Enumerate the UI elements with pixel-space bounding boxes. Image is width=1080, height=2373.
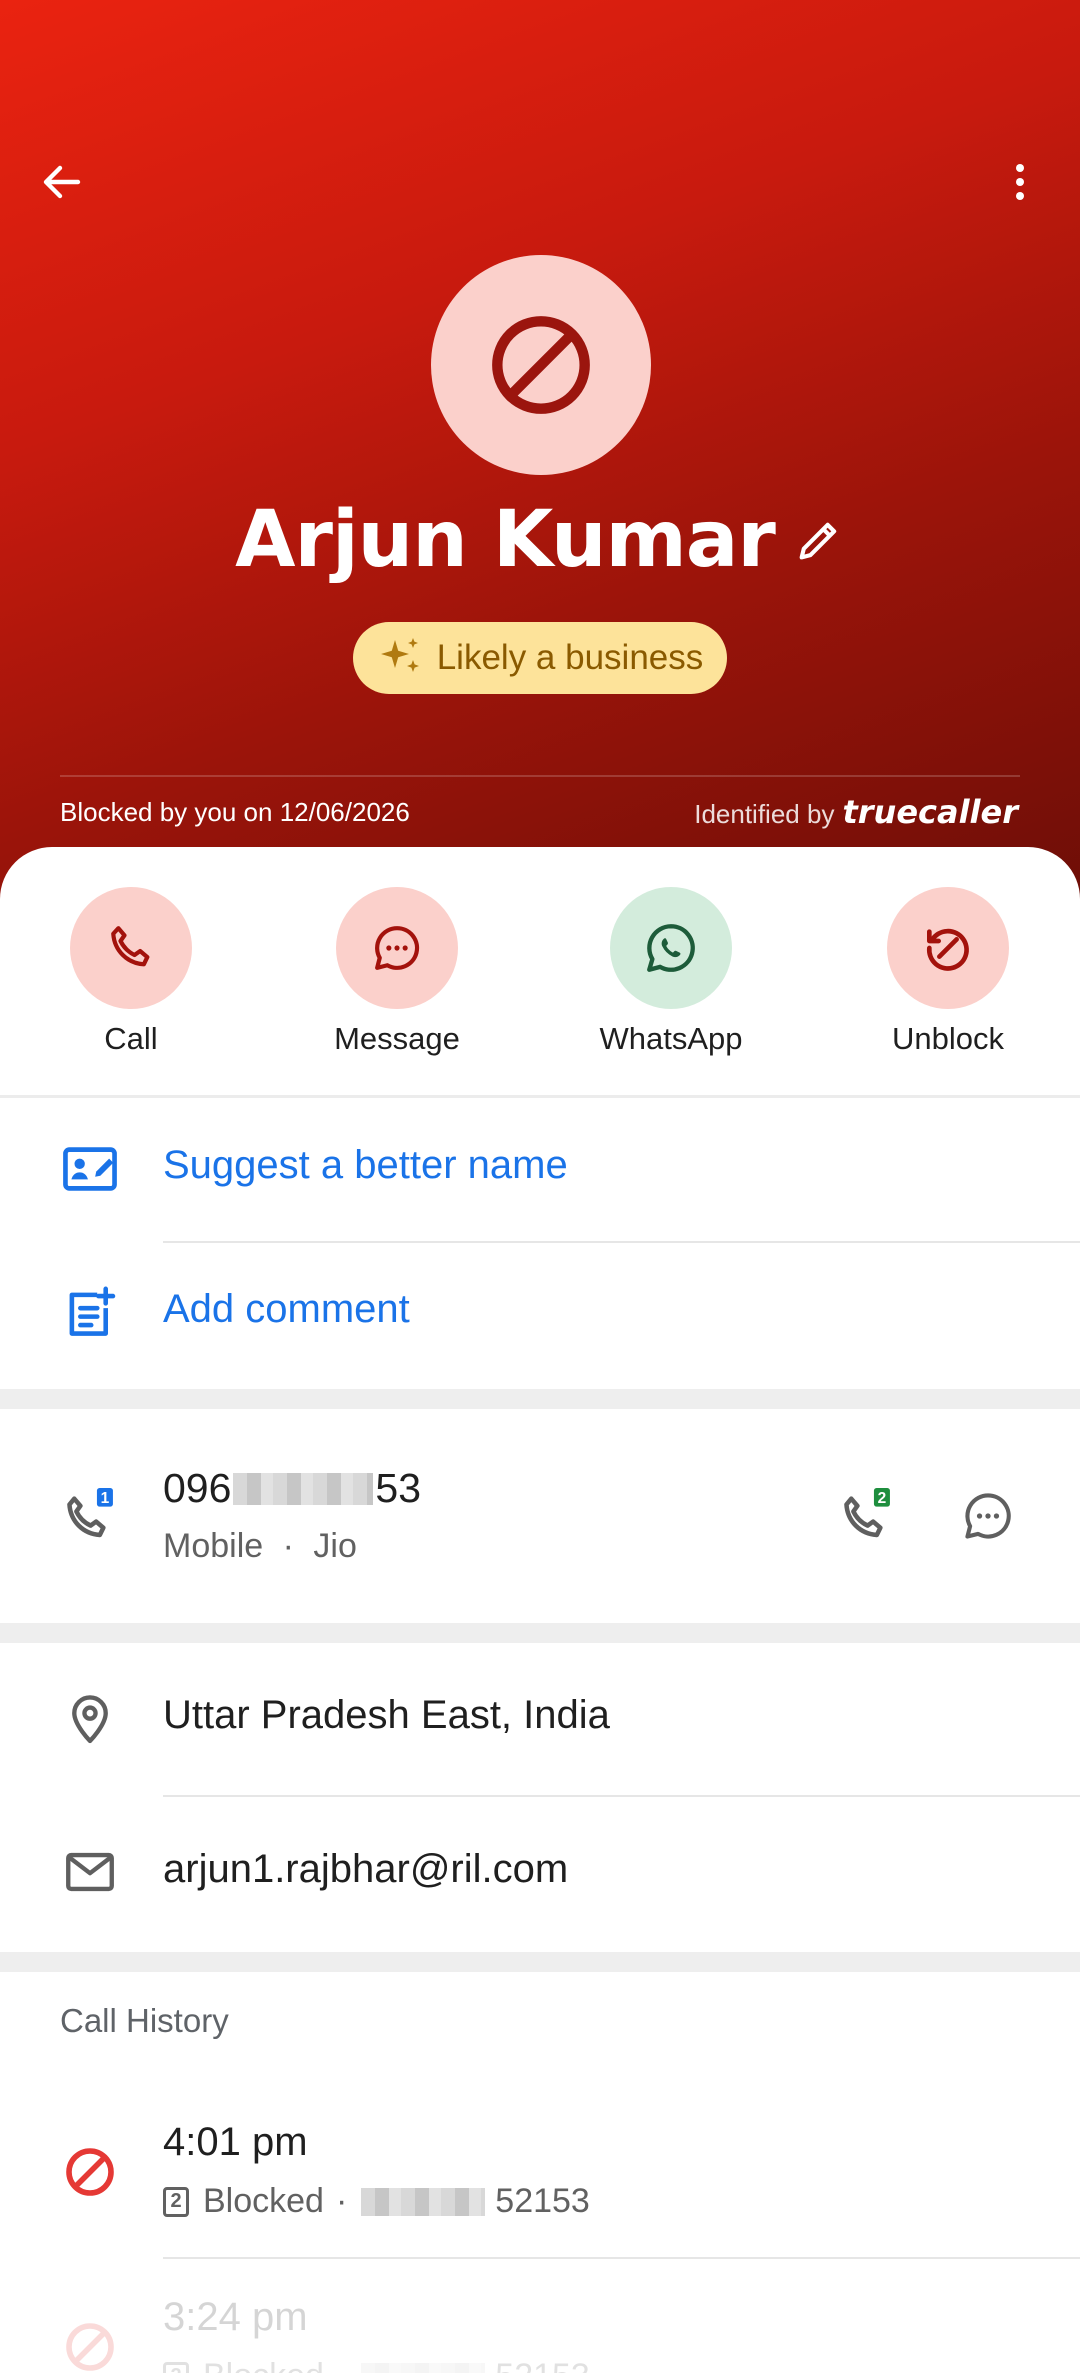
add-comment-icon-wrap [55,1278,125,1348]
phone-type-carrier: Mobile · Jio [163,1527,357,1566]
unblock-action-circle [887,887,1009,1009]
suggest-name-label: Suggest a better name [163,1143,568,1187]
unblock-action-button[interactable]: Unblock [848,887,1048,1057]
divider [0,1095,1080,1098]
mail-icon [66,1852,114,1892]
suggest-name-row[interactable]: Suggest a better name [0,1099,1080,1239]
divider [163,2257,1080,2259]
email-text: arjun1.rajbhar@ril.com [163,1847,569,1891]
redacted-digits [361,2187,486,2216]
email-row[interactable]: arjun1.rajbhar@ril.com [0,1797,1080,1947]
section-gap [0,1623,1080,1643]
call-details: 2 Blocked · 52153 [163,2357,590,2373]
call-action-button[interactable]: Call [31,887,231,1057]
phone-carrier: Jio [313,1527,357,1565]
call-status: Blocked [203,2182,324,2220]
phone-number-suffix: 53 [375,1465,422,1511]
blocked-call-icon [66,2148,114,2196]
call-history-title: Call History [60,2002,229,2039]
whatsapp-icon [647,924,695,972]
phone-type: Mobile [163,1527,264,1565]
section-gap [0,1389,1080,1409]
avatar [431,255,651,475]
location-text: Uttar Pradesh East, India [163,1693,610,1737]
call-number-suffix: 52153 [495,2357,590,2373]
whatsapp-action-circle [610,887,732,1009]
chat-bubble-icon [375,926,420,970]
redacted-digits [233,1472,374,1505]
sim2-badge: 2 [163,2361,189,2373]
unblock-action-label: Unblock [892,1021,1004,1056]
call-status-icon-wrap [55,2137,125,2207]
more-vertical-icon [1016,164,1024,200]
blocked-date-text: Blocked by you on 12/06/2026 [60,797,410,827]
location-row[interactable]: Uttar Pradesh East, India [0,1643,1080,1793]
add-note-icon [69,1286,116,1336]
quick-actions: Call Message WhatsApp Unblock [0,887,1080,1057]
sim-badge-text: 1 [101,1490,110,1507]
call-time: 3:24 pm [163,2295,308,2339]
blocked-call-icon [66,2323,114,2371]
identified-by: Identified by truecaller [694,793,1018,831]
call-details: 2 Blocked · 52153 [163,2182,590,2221]
edit-contact-icon [63,1147,117,1191]
phone-sim1-icon: 1 [67,1488,113,1538]
call-number-suffix: 52153 [495,2182,590,2220]
unblock-icon [926,928,969,971]
header-divider [60,775,1020,777]
whatsapp-action-button[interactable]: WhatsApp [571,887,771,1057]
arrow-left-icon [43,165,81,199]
message-action-button[interactable]: Message [297,887,497,1057]
likely-business-badge: Likely a business [353,622,727,694]
phone-icon [111,926,150,967]
pencil-icon [799,522,837,560]
sim-badge-text: 2 [878,1490,887,1507]
contact-name-row: Arjun Kumar [0,495,1080,585]
truecaller-logo: truecaller [842,793,1018,831]
message-action-label: Message [334,1021,460,1056]
chat-bubble-icon [965,1493,1011,1539]
call-time: 4:01 pm [163,2120,308,2164]
phone-number[interactable]: 096 53 [163,1465,421,1512]
call-action-label: Call [104,1021,158,1056]
email-icon-wrap [55,1837,125,1907]
separator-dot: · [336,2357,347,2373]
location-icon-wrap [55,1683,125,1753]
sim2-badge: 2 [163,2186,189,2217]
redacted-digits [361,2362,486,2373]
call-action-circle [70,887,192,1009]
call-status-icon-wrap [55,2312,125,2373]
call-history-item[interactable]: 3:24 pm 2 Blocked · 52153 [0,2262,1080,2373]
back-button[interactable] [30,150,94,214]
phone-number-prefix: 096 [163,1465,232,1511]
edit-name-button[interactable] [793,514,845,566]
contact-name: Arjun Kumar [235,495,776,585]
whatsapp-action-label: WhatsApp [599,1021,743,1056]
call-sim1-button[interactable]: 1 [55,1481,125,1551]
sparkle-icon [380,638,419,672]
message-action-circle [336,887,458,1009]
suggest-name-icon-wrap [55,1134,125,1204]
details-sheet: Call Message WhatsApp Unblock Suggest a … [0,847,1080,2373]
add-comment-row[interactable]: Add comment [0,1243,1080,1383]
call-history-item[interactable]: 4:01 pm 2 Blocked · 52153 [0,2087,1080,2257]
add-comment-label: Add comment [163,1287,410,1331]
separator-dot: · [282,1527,294,1565]
call-sim2-button[interactable]: 2 [832,1481,902,1551]
profile-header: Arjun Kumar Likely a business Blocked by… [0,0,1080,900]
badge-label: Likely a business [436,638,704,677]
separator-dot: · [335,2182,348,2220]
blocked-icon [492,316,590,414]
phone-sim2-icon: 2 [844,1488,890,1538]
sms-button[interactable] [953,1481,1023,1551]
more-options-button[interactable] [988,150,1052,214]
location-pin-icon [72,1695,108,1744]
identified-label: Identified by [694,799,835,829]
section-gap [0,1952,1080,1972]
call-status: Blocked [203,2357,324,2373]
